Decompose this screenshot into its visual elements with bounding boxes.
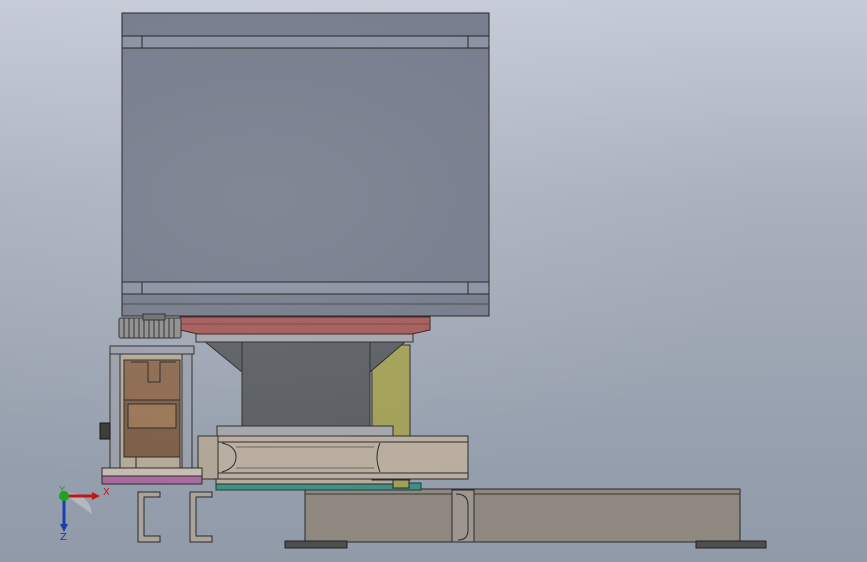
base-beam[interactable] <box>284 488 767 549</box>
motor-flange[interactable] <box>179 316 431 335</box>
c-channel-left[interactable] <box>137 491 161 543</box>
c-channel-right[interactable] <box>189 491 213 543</box>
plate-magenta[interactable] <box>101 467 203 485</box>
cad-viewport[interactable]: X Y Z <box>0 0 867 562</box>
bearing-housing[interactable] <box>99 345 195 469</box>
linear-rail[interactable] <box>197 435 469 480</box>
axis-x-label: X <box>103 487 110 498</box>
axis-z-label: Z <box>60 532 67 543</box>
assembly-model[interactable] <box>0 0 867 562</box>
axis-y-label: Y <box>59 485 66 496</box>
pinion-gear[interactable] <box>118 313 182 339</box>
motor-block[interactable] <box>121 12 490 317</box>
